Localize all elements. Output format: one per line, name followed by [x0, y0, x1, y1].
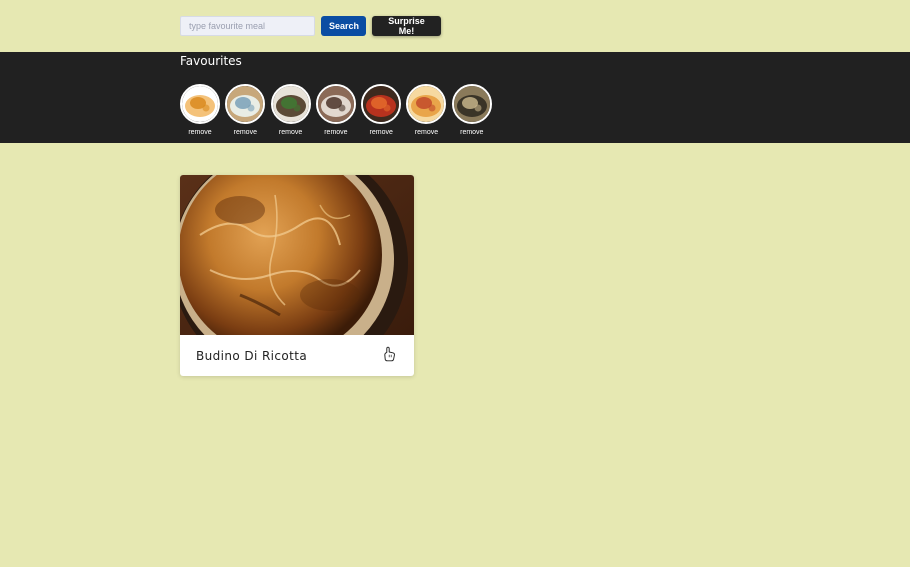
favourite-thumbnail[interactable] — [315, 84, 356, 124]
remove-favourite-button[interactable]: remove — [279, 129, 302, 136]
meal-image — [180, 175, 414, 335]
remove-favourite-button[interactable]: remove — [370, 129, 393, 136]
favourite-thumbnail[interactable] — [180, 84, 220, 124]
like-button[interactable] — [380, 345, 400, 367]
remove-favourite-button[interactable]: remove — [460, 129, 483, 136]
favourite-thumbnail[interactable] — [361, 84, 402, 124]
remove-favourite-button[interactable]: remove — [188, 129, 211, 136]
remove-favourite-button[interactable]: remove — [324, 129, 347, 136]
favourite-item: remove — [451, 84, 492, 136]
surprise-me-button[interactable]: Surprise Me! — [372, 16, 441, 36]
remove-favourite-button[interactable]: remove — [415, 129, 438, 136]
favourite-item: remove — [180, 84, 220, 136]
favourites-list: remove remove remove remove remove remov… — [180, 84, 492, 136]
favourite-item: remove — [270, 84, 311, 136]
search-button[interactable]: Search — [321, 16, 366, 36]
search-bar: Search Surprise Me! — [180, 16, 441, 36]
meal-card: Budino Di Ricotta — [180, 175, 414, 376]
favourite-item: remove — [406, 84, 447, 136]
thumbs-up-icon — [384, 346, 395, 362]
favourite-thumbnail[interactable] — [225, 84, 266, 124]
meal-card-footer: Budino Di Ricotta — [180, 335, 414, 376]
remove-favourite-button[interactable]: remove — [234, 129, 257, 136]
favourite-item: remove — [315, 84, 356, 136]
favourites-title: Favourites — [180, 54, 242, 68]
favourite-thumbnail[interactable] — [451, 84, 492, 124]
search-input[interactable] — [180, 16, 315, 36]
favourite-item: remove — [225, 84, 266, 136]
favourites-bar: Favourites remove remove remove remove r… — [0, 52, 910, 143]
favourite-thumbnail[interactable] — [270, 84, 311, 124]
favourite-thumbnail[interactable] — [406, 84, 447, 124]
meal-name: Budino Di Ricotta — [196, 348, 308, 363]
favourite-item: remove — [361, 84, 402, 136]
